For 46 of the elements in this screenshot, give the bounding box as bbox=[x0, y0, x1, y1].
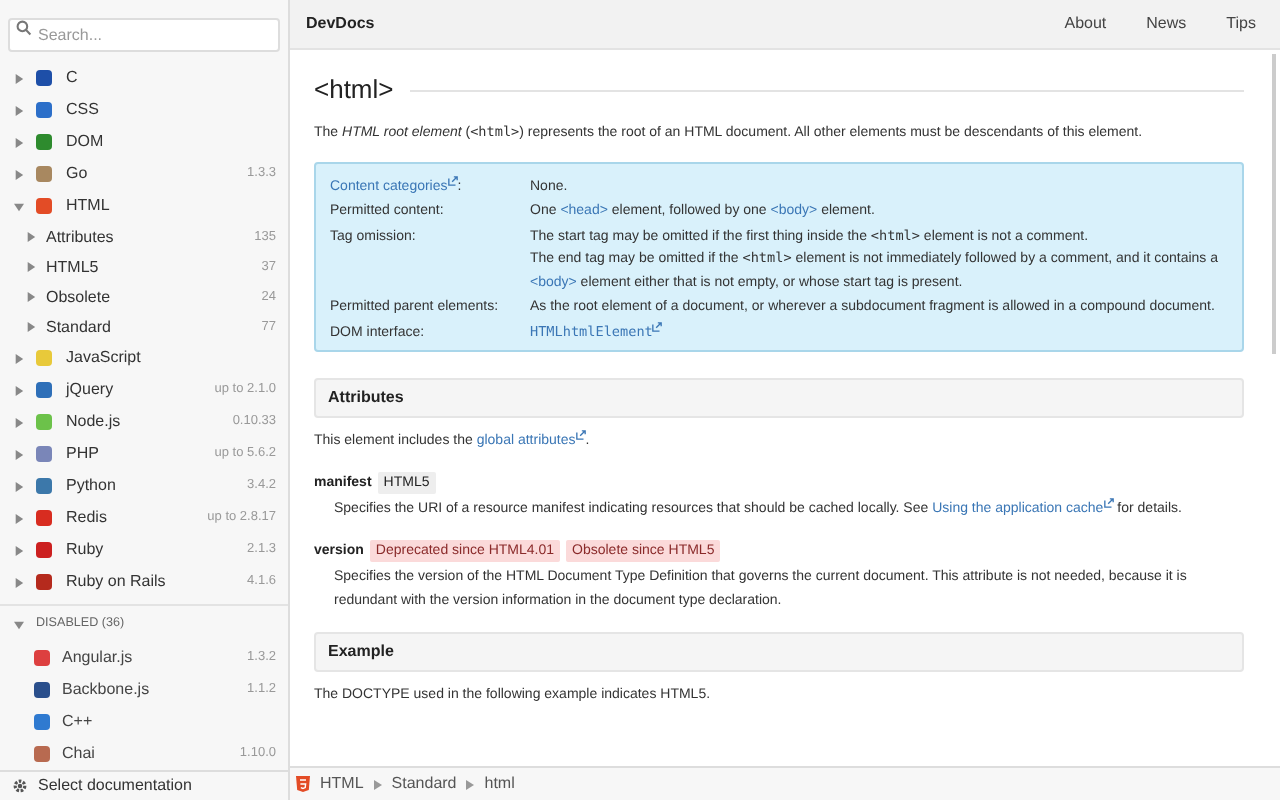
scrollbar[interactable] bbox=[1272, 54, 1276, 354]
nav-link[interactable]: News bbox=[1146, 12, 1187, 36]
caret-icon bbox=[26, 262, 36, 272]
caret-icon bbox=[14, 513, 24, 523]
gear-icon bbox=[12, 778, 28, 794]
separator-icon bbox=[466, 779, 475, 789]
doc-list-item[interactable]: C bbox=[0, 62, 288, 94]
caret-icon bbox=[26, 292, 36, 302]
search-icon bbox=[16, 19, 32, 35]
section-heading: Example bbox=[314, 632, 1244, 672]
breadcrumb-link[interactable]: html bbox=[484, 772, 515, 796]
separator-icon bbox=[373, 779, 382, 789]
caret-icon bbox=[14, 449, 24, 459]
caret-icon bbox=[26, 232, 36, 242]
doc-list-item[interactable]: JavaScript bbox=[0, 342, 288, 374]
caret-icon bbox=[14, 201, 24, 211]
caret-icon bbox=[14, 619, 24, 629]
select-documentation-link[interactable]: Select documentation bbox=[38, 774, 192, 798]
external-link-icon bbox=[575, 430, 586, 440]
external-link-icon bbox=[652, 321, 663, 331]
page-title: <html> bbox=[314, 78, 394, 102]
nav-link[interactable]: Tips bbox=[1226, 12, 1256, 36]
doc-list-item[interactable]: HTML bbox=[0, 190, 288, 222]
section-heading: Attributes bbox=[314, 378, 1244, 418]
caret-icon bbox=[14, 353, 24, 363]
caret-icon bbox=[14, 137, 24, 147]
caret-icon bbox=[14, 481, 24, 491]
caret-icon bbox=[14, 105, 24, 115]
doc-list-item[interactable]: CSS bbox=[0, 94, 288, 126]
caret-icon bbox=[14, 577, 24, 587]
caret-icon bbox=[14, 417, 24, 427]
caret-icon bbox=[14, 169, 24, 179]
app-title: DevDocs bbox=[306, 12, 375, 36]
breadcrumb-link[interactable]: Standard bbox=[391, 772, 457, 796]
doc-list-item[interactable]: C++ bbox=[0, 706, 288, 738]
search-field[interactable]: Search... bbox=[8, 18, 280, 52]
caret-icon bbox=[14, 385, 24, 395]
caret-icon bbox=[14, 545, 24, 555]
caret-icon bbox=[14, 73, 24, 83]
external-link-icon bbox=[447, 175, 458, 185]
breadcrumb-link[interactable]: HTML bbox=[320, 772, 364, 796]
html5-shield-icon bbox=[296, 776, 310, 792]
nav-link[interactable]: About bbox=[1064, 12, 1107, 36]
caret-icon bbox=[26, 322, 36, 332]
external-link-icon bbox=[1103, 498, 1114, 508]
doc-list-item[interactable]: DOM bbox=[0, 126, 288, 158]
